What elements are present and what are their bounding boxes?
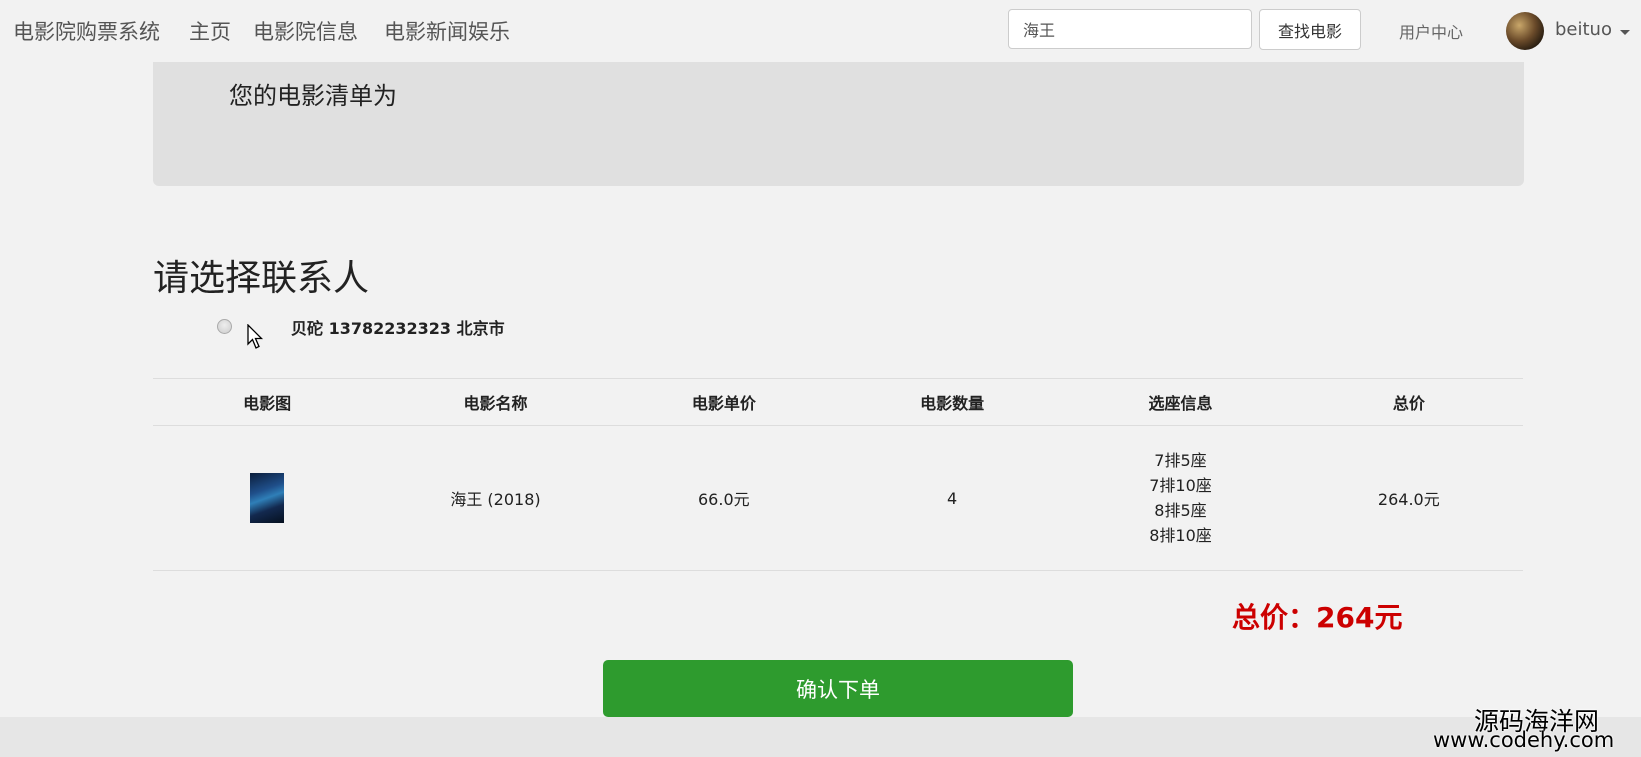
search-input[interactable] [1008,9,1252,49]
movie-list-banner: 您的电影清单为 [153,62,1524,186]
header-unit-price: 电影单价 [609,378,838,426]
user-center-link[interactable]: 用户中心 [1399,19,1463,43]
username-dropdown[interactable]: beituo [1555,19,1612,40]
confirm-order-button[interactable]: 确认下单 [603,660,1073,717]
search-button[interactable]: 查找电影 [1259,9,1361,50]
table-row: 海王 (2018) 66.0元 4 7排5座 7排10座 8排5座 8排10座 … [153,425,1523,571]
navbar: 电影院购票系统 主页 电影院信息 电影新闻娱乐 查找电影 用户中心 beituo [0,0,1641,62]
watermark-url: www.codehy.com [1433,728,1615,752]
total-price: 总价：264元 [1232,601,1403,634]
quantity: 4 [837,425,1067,571]
contact-radio[interactable] [217,319,232,334]
header-total: 总价 [1294,378,1523,426]
table-header-row: 电影图 电影名称 电影单价 电影数量 选座信息 总价 [153,378,1523,426]
seat-item: 7排10座 [1149,476,1212,495]
mouse-cursor-icon [247,324,264,349]
avatar[interactable] [1506,12,1544,50]
header-movie-name: 电影名称 [381,378,610,426]
poster-cell [153,425,382,571]
header-poster: 电影图 [153,378,382,426]
nav-link-cinema-info[interactable]: 电影院信息 [253,16,358,46]
contact-section-title: 请选择联系人 [153,258,370,299]
header-seat-info: 选座信息 [1066,378,1295,426]
order-table: 电影图 电影名称 电影单价 电影数量 选座信息 总价 海王 (2018) 66.… [153,378,1523,571]
nav-link-home[interactable]: 主页 [189,16,231,46]
contact-option-label[interactable]: 贝砣 13782232323 北京市 [291,315,505,339]
caret-down-icon[interactable] [1620,30,1630,35]
row-total: 264.0元 [1294,425,1523,571]
banner-text: 您的电影清单为 [229,82,397,110]
seat-item: 8排5座 [1154,501,1207,520]
nav-link-movie-news[interactable]: 电影新闻娱乐 [384,16,510,46]
seat-item: 8排10座 [1149,526,1212,545]
footer-bar [0,717,1641,757]
header-quantity: 电影数量 [837,378,1067,426]
movie-name: 海王 (2018) [381,425,610,571]
unit-price: 66.0元 [609,425,838,571]
brand-title[interactable]: 电影院购票系统 [13,16,160,46]
seat-item: 7排5座 [1154,451,1207,470]
movie-poster[interactable] [250,473,285,523]
seat-info: 7排5座 7排10座 8排5座 8排10座 [1066,425,1295,571]
